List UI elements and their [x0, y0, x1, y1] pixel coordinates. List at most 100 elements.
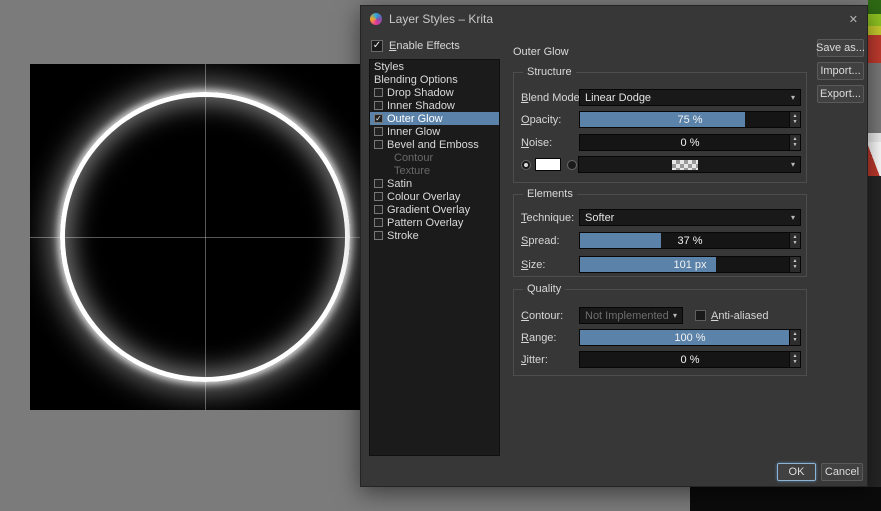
styles-list-item-pattern-overlay[interactable]: Pattern Overlay: [370, 216, 499, 229]
unchecked-checkbox-icon[interactable]: [374, 205, 383, 214]
unchecked-checkbox-icon[interactable]: [374, 192, 383, 201]
spin-down-icon[interactable]: ▼: [793, 265, 798, 270]
spin-buttons[interactable]: ▲ ▼: [789, 352, 800, 367]
contour-combo[interactable]: Not Implemented Yet ▾: [579, 307, 683, 324]
save-as-button[interactable]: Save as...: [816, 39, 865, 57]
jitter-row: Jitter: 0 % ▲ ▼: [521, 351, 801, 368]
noise-slider[interactable]: 0 % ▲ ▼: [579, 134, 801, 151]
krita-app-window: Layer Styles – Krita ✕ ✓ Enable Effects …: [0, 0, 881, 511]
color-fill-radio[interactable]: [521, 159, 531, 170]
spin-buttons[interactable]: ▲ ▼: [789, 233, 800, 248]
styles-list-item-outer-glow[interactable]: ✓ Outer Glow: [370, 112, 499, 125]
ok-button[interactable]: OK: [777, 463, 816, 481]
blend-mode-combo[interactable]: Linear Dodge ▾: [579, 89, 801, 106]
unchecked-checkbox-icon[interactable]: [374, 231, 383, 240]
export-button[interactable]: Export...: [817, 85, 864, 103]
styles-list-item-inner-shadow[interactable]: Inner Shadow: [370, 99, 499, 112]
unchecked-checkbox-icon[interactable]: [374, 127, 383, 136]
spin-down-icon[interactable]: ▼: [793, 338, 798, 343]
spin-down-icon[interactable]: ▼: [793, 241, 798, 246]
styles-list-item-label: Texture: [394, 164, 431, 177]
pattern-preview-swatch[interactable]: [868, 142, 881, 176]
styles-list-item-styles[interactable]: Styles: [370, 60, 499, 73]
range-label: Range:: [521, 331, 557, 344]
spread-label: Spread:: [521, 234, 560, 247]
jitter-slider[interactable]: 0 % ▲ ▼: [579, 351, 801, 368]
chevron-down-icon: ▾: [672, 311, 677, 320]
noise-row: Noise: 0 % ▲ ▼: [521, 134, 801, 151]
unchecked-checkbox-icon[interactable]: [374, 218, 383, 227]
elements-group-title: Elements: [523, 188, 577, 200]
opacity-value: 75 %: [677, 113, 703, 126]
jitter-label: Jitter:: [521, 353, 548, 366]
color-wheel-docker[interactable]: [868, 35, 881, 63]
styles-list-item-label: Outer Glow: [387, 112, 443, 125]
enable-effects-checkbox[interactable]: ✓: [371, 40, 383, 52]
color-wheel-docker[interactable]: [868, 0, 881, 14]
structure-group: Structure Blend Mode: Linear Dodge ▾ Opa…: [513, 66, 807, 183]
styles-list-item-gradient-overlay[interactable]: Gradient Overlay: [370, 203, 499, 216]
fill-type-row: ▾: [521, 156, 801, 173]
dialog-titlebar[interactable]: Layer Styles – Krita ✕: [361, 6, 867, 32]
size-slider[interactable]: 101 px ▲ ▼: [579, 256, 801, 273]
color-wheel-docker[interactable]: [868, 26, 881, 35]
styles-list-item-label: Contour: [394, 151, 434, 164]
styles-list-item-stroke[interactable]: Stroke: [370, 229, 499, 242]
styles-list-item-satin[interactable]: Satin: [370, 177, 499, 190]
canvas-area[interactable]: [30, 64, 361, 410]
blend-mode-label: Blend Mode:: [521, 91, 579, 104]
styles-list-item-label: Styles: [374, 60, 404, 73]
outer-glow-circle-artwork: [60, 92, 350, 382]
spread-row: Spread: 37 % ▲ ▼: [521, 232, 801, 249]
styles-list-item-contour: Contour: [370, 151, 499, 164]
blend-mode-value: Linear Dodge: [585, 91, 652, 104]
styles-list-item-bevel-and-emboss[interactable]: Bevel and Emboss: [370, 138, 499, 151]
unchecked-checkbox-icon[interactable]: [374, 179, 383, 188]
opacity-label: Opacity:: [521, 113, 562, 126]
gradient-combo[interactable]: ▾: [578, 156, 801, 173]
spin-buttons[interactable]: ▲ ▼: [789, 330, 800, 345]
spin-buttons[interactable]: ▲ ▼: [789, 135, 800, 150]
spin-down-icon[interactable]: ▼: [793, 120, 798, 125]
contour-label: Contour:: [521, 309, 564, 322]
unchecked-checkbox-icon[interactable]: [374, 140, 383, 149]
styles-list-item-label: Colour Overlay: [387, 190, 461, 203]
checked-checkbox-icon[interactable]: ✓: [374, 114, 383, 123]
styles-list-item-colour-overlay[interactable]: Colour Overlay: [370, 190, 499, 203]
cancel-button[interactable]: Cancel: [821, 463, 863, 481]
range-slider[interactable]: 100 % ▲ ▼: [579, 329, 801, 346]
technique-label: Technique:: [521, 211, 575, 224]
chevron-down-icon: ▾: [790, 160, 795, 169]
spin-buttons[interactable]: ▲ ▼: [789, 257, 800, 272]
styles-list-item-blending-options[interactable]: Blending Options: [370, 73, 499, 86]
anti-aliased-label: Anti-aliased: [711, 309, 769, 322]
enable-effects-row[interactable]: ✓ Enable Effects: [371, 39, 460, 53]
panel-title: Outer Glow: [513, 46, 569, 58]
anti-aliased-checkbox[interactable]: [695, 310, 706, 321]
spin-down-icon[interactable]: ▼: [793, 143, 798, 148]
unchecked-checkbox-icon[interactable]: [374, 88, 383, 97]
styles-list-item-label: Inner Glow: [387, 125, 441, 138]
styles-list[interactable]: Styles Blending Options Drop Shadow Inner S…: [369, 59, 500, 456]
spin-buttons[interactable]: ▲ ▼: [789, 112, 800, 127]
opacity-slider[interactable]: 75 % ▲ ▼: [579, 111, 801, 128]
styles-list-item-drop-shadow[interactable]: Drop Shadow: [370, 86, 499, 99]
import-button[interactable]: Import...: [817, 62, 864, 80]
unchecked-checkbox-icon[interactable]: [374, 101, 383, 110]
elements-group: Elements Technique: Softer ▾ Spread: 37 …: [513, 188, 807, 277]
technique-combo[interactable]: Softer ▾: [579, 209, 801, 226]
fill-color-swatch[interactable]: [535, 158, 561, 171]
range-row: Range: 100 % ▲ ▼: [521, 329, 801, 346]
spin-down-icon[interactable]: ▼: [793, 360, 798, 365]
noise-value: 0 %: [680, 136, 700, 149]
enable-effects-label: Enable Effects: [389, 40, 460, 52]
gradient-fill-radio[interactable]: [567, 159, 577, 170]
krita-logo-icon: [370, 13, 382, 25]
styles-list-item-label: Blending Options: [374, 73, 458, 86]
close-icon[interactable]: ✕: [849, 13, 858, 26]
spread-slider[interactable]: 37 % ▲ ▼: [579, 232, 801, 249]
docker-panel-edge: [868, 176, 881, 490]
color-wheel-docker[interactable]: [868, 14, 881, 26]
bottom-panel-edge: [690, 487, 881, 511]
styles-list-item-inner-glow[interactable]: Inner Glow: [370, 125, 499, 138]
